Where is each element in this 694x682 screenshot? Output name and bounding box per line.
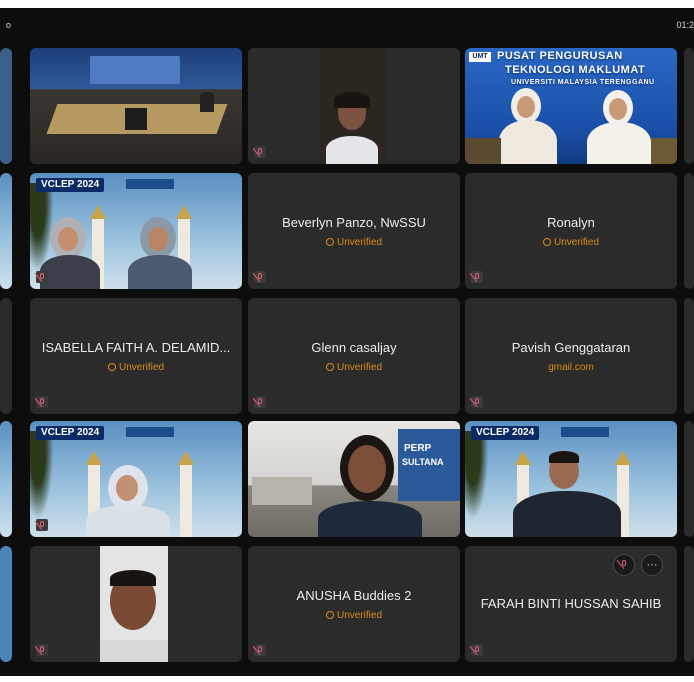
verification-status: Unverified <box>30 362 242 373</box>
tile-mute-button[interactable] <box>613 554 635 576</box>
vclep-banner: VCLEP 2024 <box>36 178 105 192</box>
video-overlay-text: TEKNOLOGI MAKLUMAT <box>505 64 646 76</box>
participant-video <box>248 48 460 164</box>
unverified-icon <box>325 363 334 371</box>
vclep-banner: VCLEP 2024 <box>471 426 540 440</box>
participant-tile-audio[interactable]: ··· FARAH BINTI HUSSAN SAHIB <box>465 546 677 662</box>
mic-off-icon <box>254 644 266 656</box>
vclep-banner: VCLEP 2024 <box>36 426 105 440</box>
more-options-button[interactable]: ··· <box>641 554 663 576</box>
banner-subtitle <box>126 179 174 189</box>
video-overlay-text: UNIVERSITI MALAYSIA TERENGGANU <box>511 79 655 86</box>
verification-status: Unverified <box>248 610 460 621</box>
mic-off-icon <box>618 558 630 570</box>
participant-email: gmail.com <box>548 362 594 373</box>
participant-tile-video[interactable] <box>30 48 242 164</box>
participant-tile-audio[interactable]: Pavish Genggataran gmail.com <box>465 298 677 414</box>
vclep-video: VCLEP 2024 <box>30 173 242 289</box>
participant-tile-audio[interactable]: ANUSHA Buddies 2 Unverified <box>248 546 460 662</box>
participant-tile-video[interactable]: VCLEP 2024 <box>30 173 242 289</box>
mic-off-icon <box>254 271 266 283</box>
mic-off-icon <box>471 396 483 408</box>
participant-tile-video[interactable]: VCLEP 2024 <box>30 421 242 537</box>
participant-name: ISABELLA FAITH A. DELAMID... <box>41 340 231 355</box>
participant-video <box>30 546 242 662</box>
participant-tile-video[interactable]: UMT PUSAT PENGURUSAN TEKNOLOGI MAKLUMAT … <box>465 48 677 164</box>
mic-off-icon <box>36 271 48 283</box>
participant-name: FARAH BINTI HUSSAN SAHIB <box>480 596 662 611</box>
verification-status: Unverified <box>248 237 460 248</box>
partial-tile-left[interactable] <box>0 546 12 662</box>
mic-off-icon <box>36 396 48 408</box>
vclep-video: VCLEP 2024 <box>465 421 677 537</box>
mic-off-icon <box>254 396 266 408</box>
participant-name: Beverlyn Panzo, NwSSU <box>282 215 426 230</box>
participant-tile-video[interactable]: PERP SULTANA <box>248 421 460 537</box>
partial-tile-left[interactable] <box>0 421 12 537</box>
partial-tile-right[interactable] <box>684 298 694 414</box>
top-left-indicator: o <box>6 20 12 30</box>
banner-subtitle <box>561 427 609 437</box>
vclep-video: VCLEP 2024 <box>30 421 242 537</box>
partial-tile-left[interactable] <box>0 173 12 289</box>
banner-subtitle <box>126 427 174 437</box>
mic-off-icon <box>36 519 48 531</box>
participant-tile-audio[interactable]: Glenn casaljay Unverified <box>248 298 460 414</box>
wall-text: SULTANA <box>402 457 444 467</box>
umt-logo: UMT <box>469 52 491 62</box>
participant-name: Ronalyn <box>547 215 595 230</box>
unverified-icon <box>325 238 334 246</box>
participant-tile-audio[interactable]: ISABELLA FAITH A. DELAMID... Unverified <box>30 298 242 414</box>
clock-text: 01:2 <box>676 20 694 30</box>
participant-tile-video[interactable]: VCLEP 2024 <box>465 421 677 537</box>
participant-name: ANUSHA Buddies 2 <box>296 588 412 603</box>
unverified-icon <box>325 611 334 619</box>
unverified-icon <box>107 363 116 371</box>
participant-name: Glenn casaljay <box>311 340 397 355</box>
participant-tile-video[interactable] <box>30 546 242 662</box>
participant-name: Pavish Genggataran <box>511 340 631 355</box>
partial-tile-left[interactable] <box>0 298 12 414</box>
meeting-stage: o 01:2 UMT PUSAT PENGURUSAN TEKNOLOGI MA… <box>0 8 694 676</box>
verification-status: Unverified <box>248 362 460 373</box>
partial-tile-right[interactable] <box>684 546 694 662</box>
video-overlay-text: PUSAT PENGURUSAN <box>497 50 623 62</box>
mic-off-icon <box>254 146 266 158</box>
partial-tile-left[interactable] <box>0 48 12 164</box>
mic-off-icon <box>471 271 483 283</box>
mic-off-icon <box>471 644 483 656</box>
wall-text: PERP <box>404 443 432 454</box>
participant-tile-audio[interactable]: Ronalyn Unverified <box>465 173 677 289</box>
partial-tile-right[interactable] <box>684 48 694 164</box>
participant-tile-video[interactable] <box>248 48 460 164</box>
verification-status: Unverified <box>465 237 677 248</box>
partial-tile-right[interactable] <box>684 173 694 289</box>
library-video: PERP SULTANA <box>248 421 460 537</box>
unverified-icon <box>542 238 551 246</box>
conference-room-video <box>30 48 242 164</box>
participant-tile-audio[interactable]: Beverlyn Panzo, NwSSU Unverified <box>248 173 460 289</box>
pusat-video: UMT PUSAT PENGURUSAN TEKNOLOGI MAKLUMAT … <box>465 48 677 164</box>
mic-off-icon <box>36 644 48 656</box>
partial-tile-right[interactable] <box>684 421 694 537</box>
